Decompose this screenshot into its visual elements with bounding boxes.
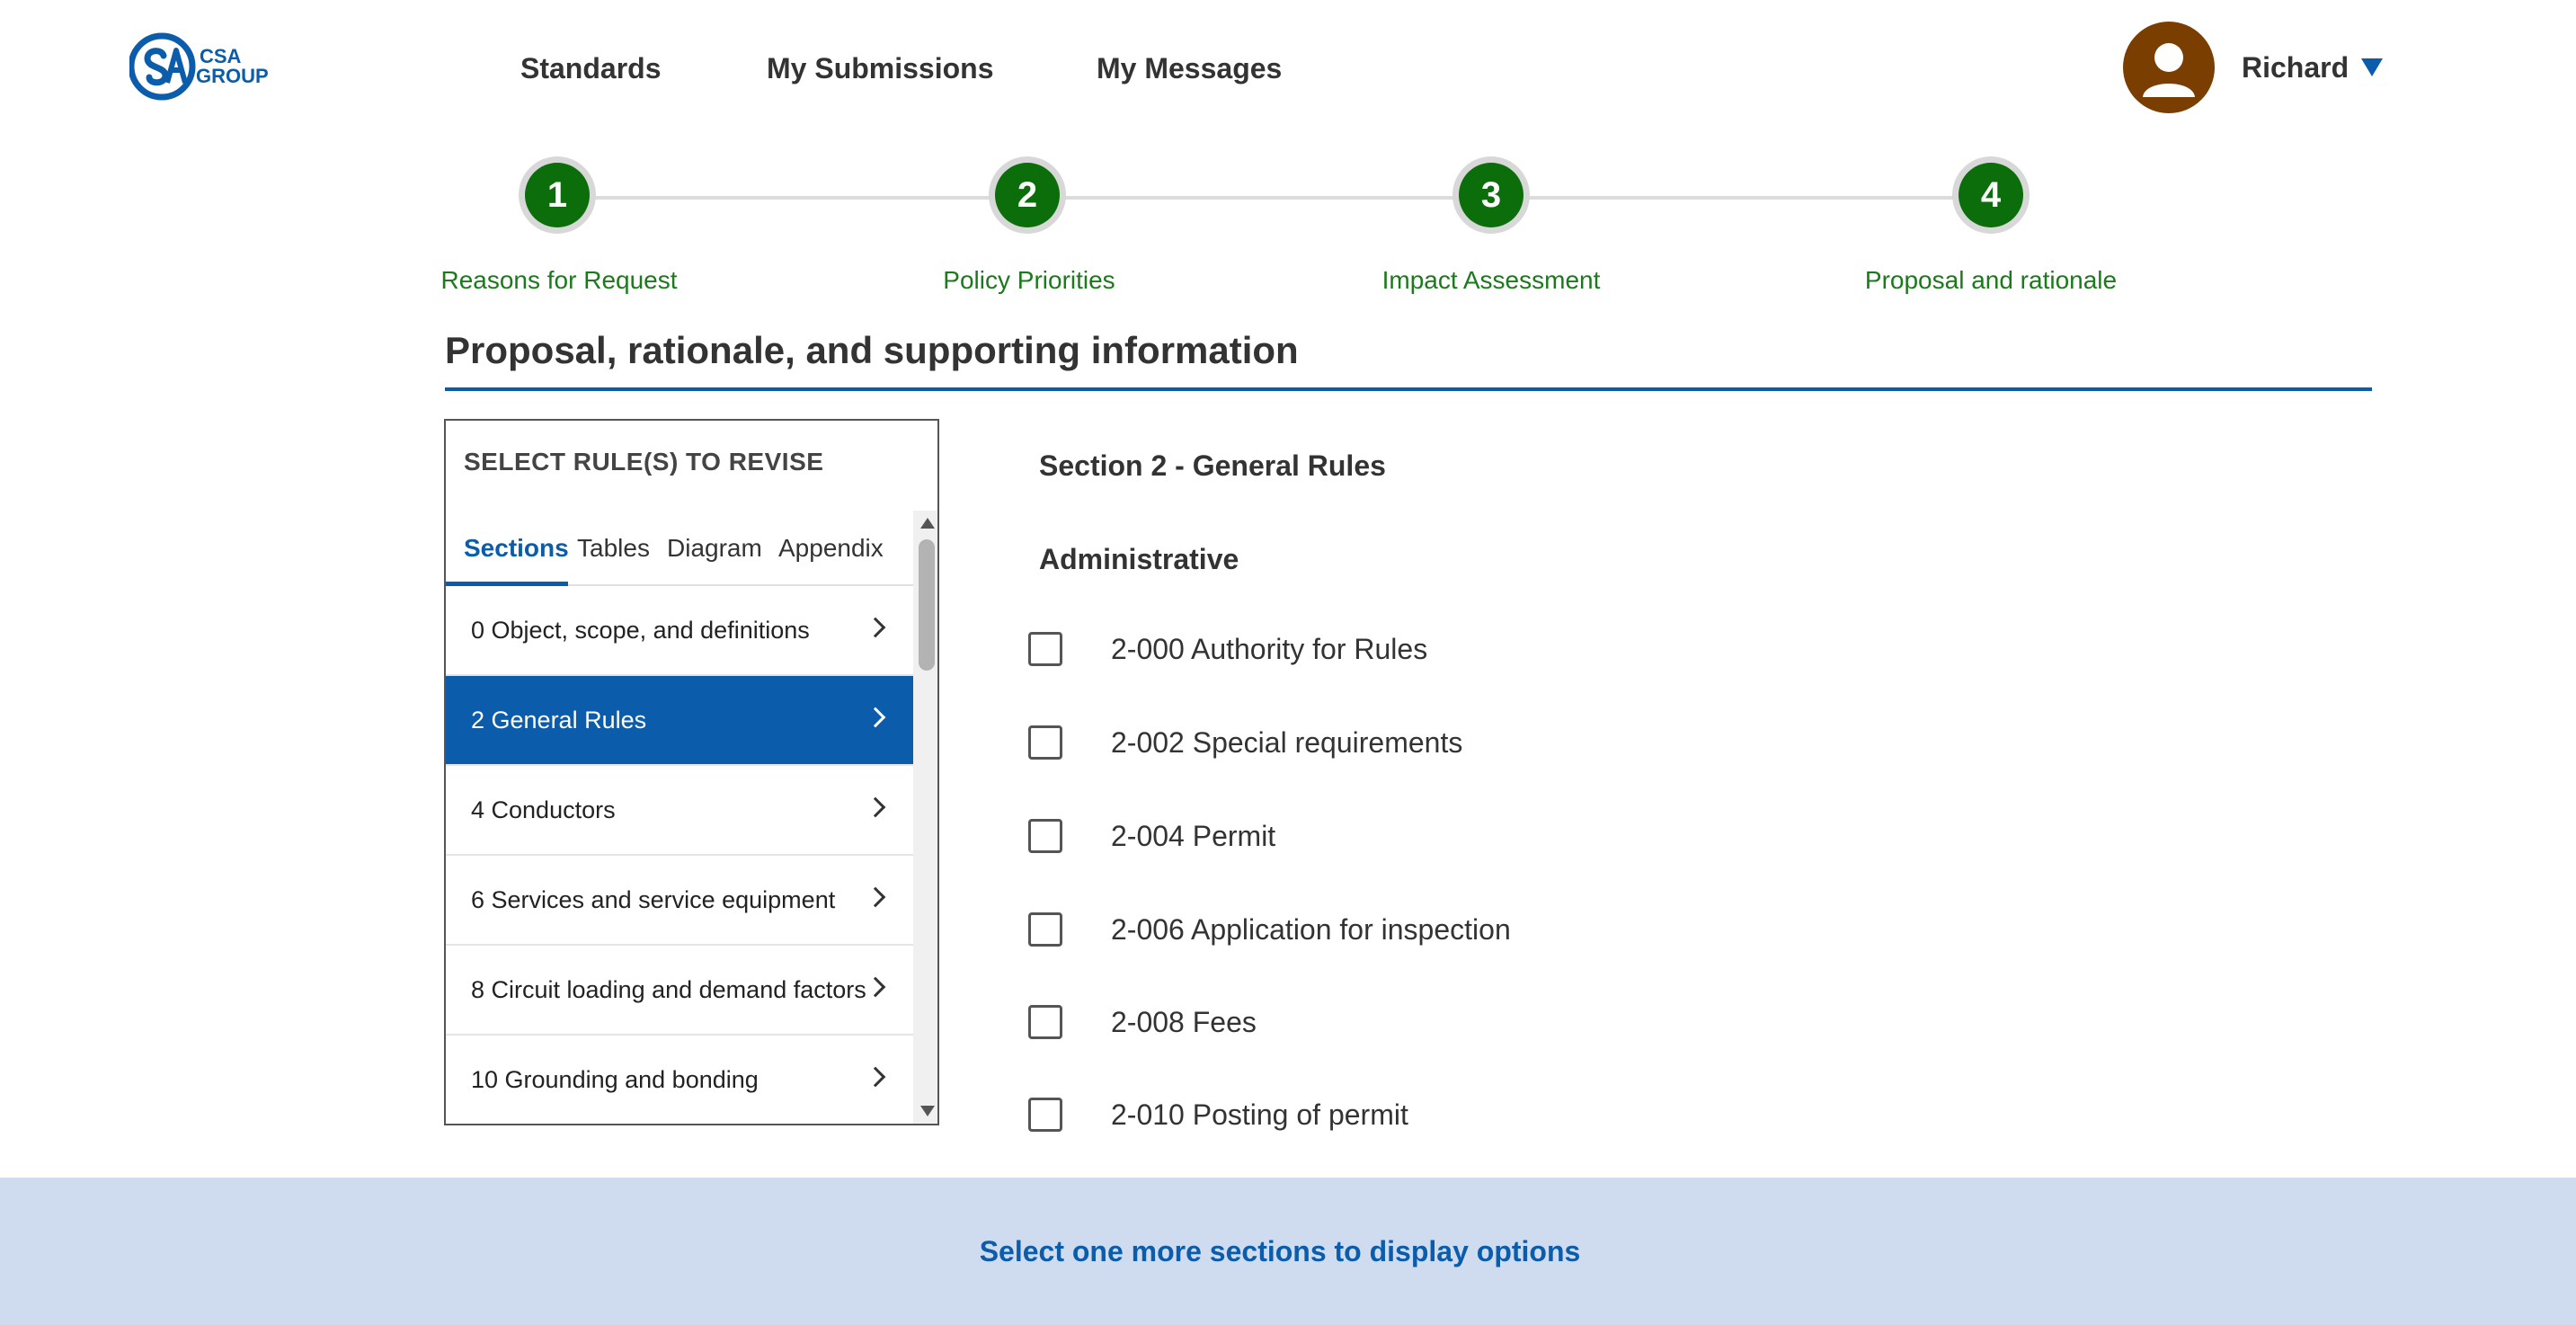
rule-label: 2-008 Fees <box>1111 1005 1257 1038</box>
rule-selection-panel: SELECT RULE(S) TO REVISE Sections Tables… <box>444 419 939 1125</box>
step-4-indicator: 4 <box>1952 156 2030 234</box>
panel-title: SELECT RULE(S) TO REVISE <box>464 448 824 476</box>
list-item-label: 10 Grounding and bonding <box>471 1065 759 1093</box>
rule-option[interactable]: 2-004 Permit <box>1028 819 1275 853</box>
nav-my-submissions[interactable]: My Submissions <box>767 50 994 86</box>
list-item-label: 0 Object, scope, and definitions <box>471 616 810 644</box>
csa-group-logo[interactable]: CSA GROUP <box>129 29 306 104</box>
tab-appendix[interactable]: Appendix <box>778 534 884 563</box>
rule-option[interactable]: 2-002 Special requirements <box>1028 725 1462 760</box>
selection-status-message: Select one more sections to display opti… <box>979 1235 1581 1267</box>
chevron-right-icon <box>865 886 886 908</box>
rule-checkbox[interactable] <box>1028 912 1062 947</box>
step-1-indicator: 1 <box>519 156 596 234</box>
list-item[interactable]: 6 Services and service equipment <box>446 856 913 946</box>
tab-diagram[interactable]: Diagram <box>667 534 762 563</box>
rule-option[interactable]: 2-010 Posting of permit <box>1028 1098 1408 1132</box>
step-3-label: Impact Assessment <box>1381 266 1601 294</box>
step-4-number: 4 <box>1959 163 2023 227</box>
list-item-label: 8 Circuit loading and demand factors <box>471 975 866 1003</box>
rule-option[interactable]: 2-006 Application for inspection <box>1028 912 1511 947</box>
group-heading: Administrative <box>1039 543 1239 575</box>
scroll-down-arrow-icon[interactable] <box>920 1106 935 1116</box>
nav-standards[interactable]: Standards <box>520 50 661 86</box>
user-name: Richard <box>2242 50 2349 84</box>
list-item-selected[interactable]: 2 General Rules <box>446 676 913 766</box>
stepper-track <box>557 196 1991 200</box>
user-icon <box>2143 43 2195 97</box>
step-3-number: 3 <box>1459 163 1523 227</box>
scroll-up-arrow-icon[interactable] <box>920 518 935 529</box>
selection-status-bar: Select one more sections to display opti… <box>0 1178 2576 1325</box>
section-list: 0 Object, scope, and definitions 2 Gener… <box>446 586 913 1124</box>
rule-label: 2-006 Application for inspection <box>1111 912 1511 946</box>
rule-label: 2-002 Special requirements <box>1111 725 1463 759</box>
avatar <box>2123 22 2215 113</box>
rule-option[interactable]: 2-000 Authority for Rules <box>1028 632 1427 666</box>
rule-checkbox[interactable] <box>1028 1098 1062 1132</box>
step-2-label: Policy Priorities <box>943 266 1115 294</box>
user-menu[interactable]: Richard <box>2123 22 2384 113</box>
rule-checkbox[interactable] <box>1028 632 1062 666</box>
list-item[interactable]: 4 Conductors <box>446 766 913 856</box>
scrollbar-thumb[interactable] <box>919 539 935 671</box>
rule-checkbox[interactable] <box>1028 819 1062 853</box>
chevron-right-icon <box>865 707 886 728</box>
chevron-right-icon <box>865 976 886 998</box>
tab-sections[interactable]: Sections <box>464 534 569 563</box>
list-item[interactable]: 0 Object, scope, and definitions <box>446 586 913 676</box>
chevron-right-icon <box>865 1066 886 1088</box>
rule-option[interactable]: 2-008 Fees <box>1028 1005 1257 1039</box>
section-heading: Section 2 - General Rules <box>1039 449 1386 482</box>
step-1-number: 1 <box>525 163 590 227</box>
nav-my-messages[interactable]: My Messages <box>1097 50 1282 86</box>
chevron-right-icon <box>865 796 886 818</box>
list-item[interactable]: 8 Circuit loading and demand factors <box>446 946 913 1036</box>
csa-logo-icon: CSA GROUP <box>129 32 269 101</box>
chevron-right-icon <box>865 617 886 638</box>
step-2-number: 2 <box>995 163 1060 227</box>
step-4-label: Proposal and rationale <box>1864 266 2118 294</box>
svg-text:GROUP: GROUP <box>196 65 269 87</box>
title-divider <box>445 387 2372 391</box>
caret-down-icon[interactable] <box>2361 58 2384 76</box>
list-item-label: 6 Services and service equipment <box>471 885 836 913</box>
rule-checkbox[interactable] <box>1028 725 1062 760</box>
list-item-label: 2 General Rules <box>471 706 647 734</box>
scrollbar[interactable] <box>913 511 937 1124</box>
tab-tables[interactable]: Tables <box>577 534 650 563</box>
step-2-indicator: 2 <box>989 156 1066 234</box>
list-item-label: 4 Conductors <box>471 796 616 823</box>
step-3-indicator: 3 <box>1452 156 1530 234</box>
page-title: Proposal, rationale, and supporting info… <box>445 329 1299 371</box>
step-1-label: Reasons for Request <box>440 266 678 294</box>
list-item[interactable]: 10 Grounding and bonding <box>446 1036 913 1124</box>
rule-label: 2-010 Posting of permit <box>1111 1098 1408 1131</box>
rule-label: 2-004 Permit <box>1111 819 1276 852</box>
rule-tabs: Sections Tables Diagram Appendix <box>446 511 913 586</box>
rule-checkbox[interactable] <box>1028 1005 1062 1039</box>
rule-label: 2-000 Authority for Rules <box>1111 632 1428 665</box>
